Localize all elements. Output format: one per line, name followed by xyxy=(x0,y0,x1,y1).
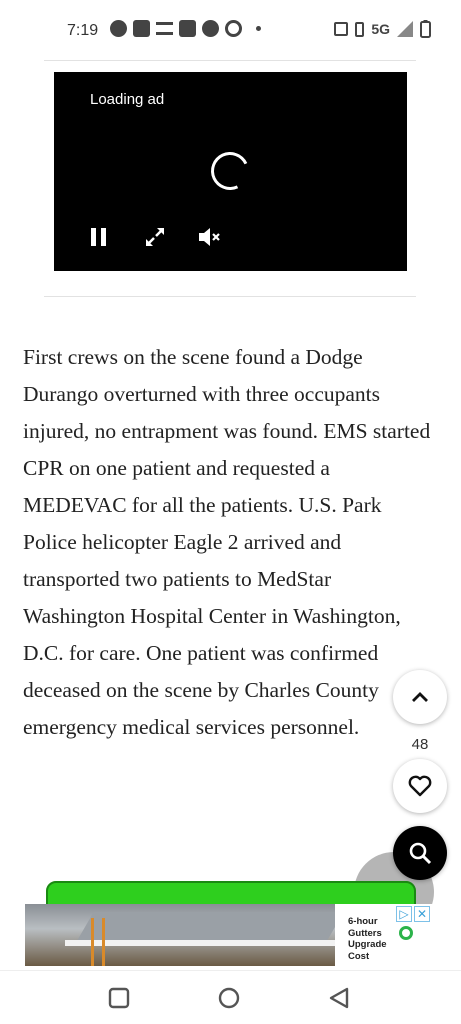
chevron-up-icon xyxy=(412,692,428,702)
gutter-shape xyxy=(65,940,335,946)
signal-icon xyxy=(397,21,413,37)
status-bar: 7:19 5G xyxy=(0,0,461,62)
search-icon xyxy=(409,842,432,865)
mute-icon[interactable] xyxy=(196,224,222,250)
like-button[interactable] xyxy=(393,759,447,813)
home-button-icon[interactable] xyxy=(218,987,240,1009)
pause-icon[interactable] xyxy=(86,224,112,250)
back-button-icon[interactable] xyxy=(328,987,350,1009)
fullscreen-icon[interactable] xyxy=(142,224,168,250)
ad-choices[interactable]: ▷ ✕ xyxy=(396,906,430,922)
chrome-icon xyxy=(225,20,242,37)
vibrate-icon xyxy=(355,21,365,37)
system-icons: 5G xyxy=(334,20,431,38)
news-icon xyxy=(133,20,150,37)
banner-ad[interactable]: 6-hour Gutters Upgrade Cost ▷ ✕ xyxy=(25,904,435,966)
nfc-icon xyxy=(334,22,349,36)
facebook-icon xyxy=(202,20,219,37)
article-paragraph: First crews on the scene found a Dodge D… xyxy=(23,345,431,517)
loading-ad-label: Loading ad xyxy=(90,91,165,108)
ad-choices-icon[interactable]: ▷ xyxy=(396,906,412,922)
scroll-top-button[interactable] xyxy=(393,670,447,724)
like-count: 48 xyxy=(411,736,429,753)
divider-top xyxy=(44,60,416,61)
battery-icon xyxy=(420,20,431,38)
network-type: 5G xyxy=(371,21,390,37)
video-icon xyxy=(179,20,196,37)
status-time: 7:19 xyxy=(67,22,99,39)
video-ad-player[interactable]: Loading ad xyxy=(54,72,407,271)
heart-icon xyxy=(408,775,432,797)
search-button[interactable] xyxy=(393,826,447,880)
ladder-shape xyxy=(91,918,105,966)
article-body: First crews on the scene found a Dodge D… xyxy=(23,339,433,746)
recents-button-icon[interactable] xyxy=(108,987,130,1009)
roof-shape xyxy=(76,912,335,942)
divider-bottom xyxy=(44,296,416,297)
android-nav-bar xyxy=(0,970,461,1024)
ad-text: 6-hour Gutters Upgrade Cost xyxy=(348,916,387,962)
notification-icons xyxy=(110,20,261,37)
ad-close-icon[interactable]: ✕ xyxy=(414,906,430,922)
messenger-icon xyxy=(110,20,127,37)
article-paragraph: Police helicopter Eagle 2 arrived and tr… xyxy=(23,530,401,739)
ad-image xyxy=(25,904,335,966)
ad-brand-logo-icon xyxy=(399,926,413,940)
dot-icon xyxy=(256,26,261,31)
text-icon xyxy=(156,22,173,35)
loading-spinner-icon xyxy=(205,146,255,196)
